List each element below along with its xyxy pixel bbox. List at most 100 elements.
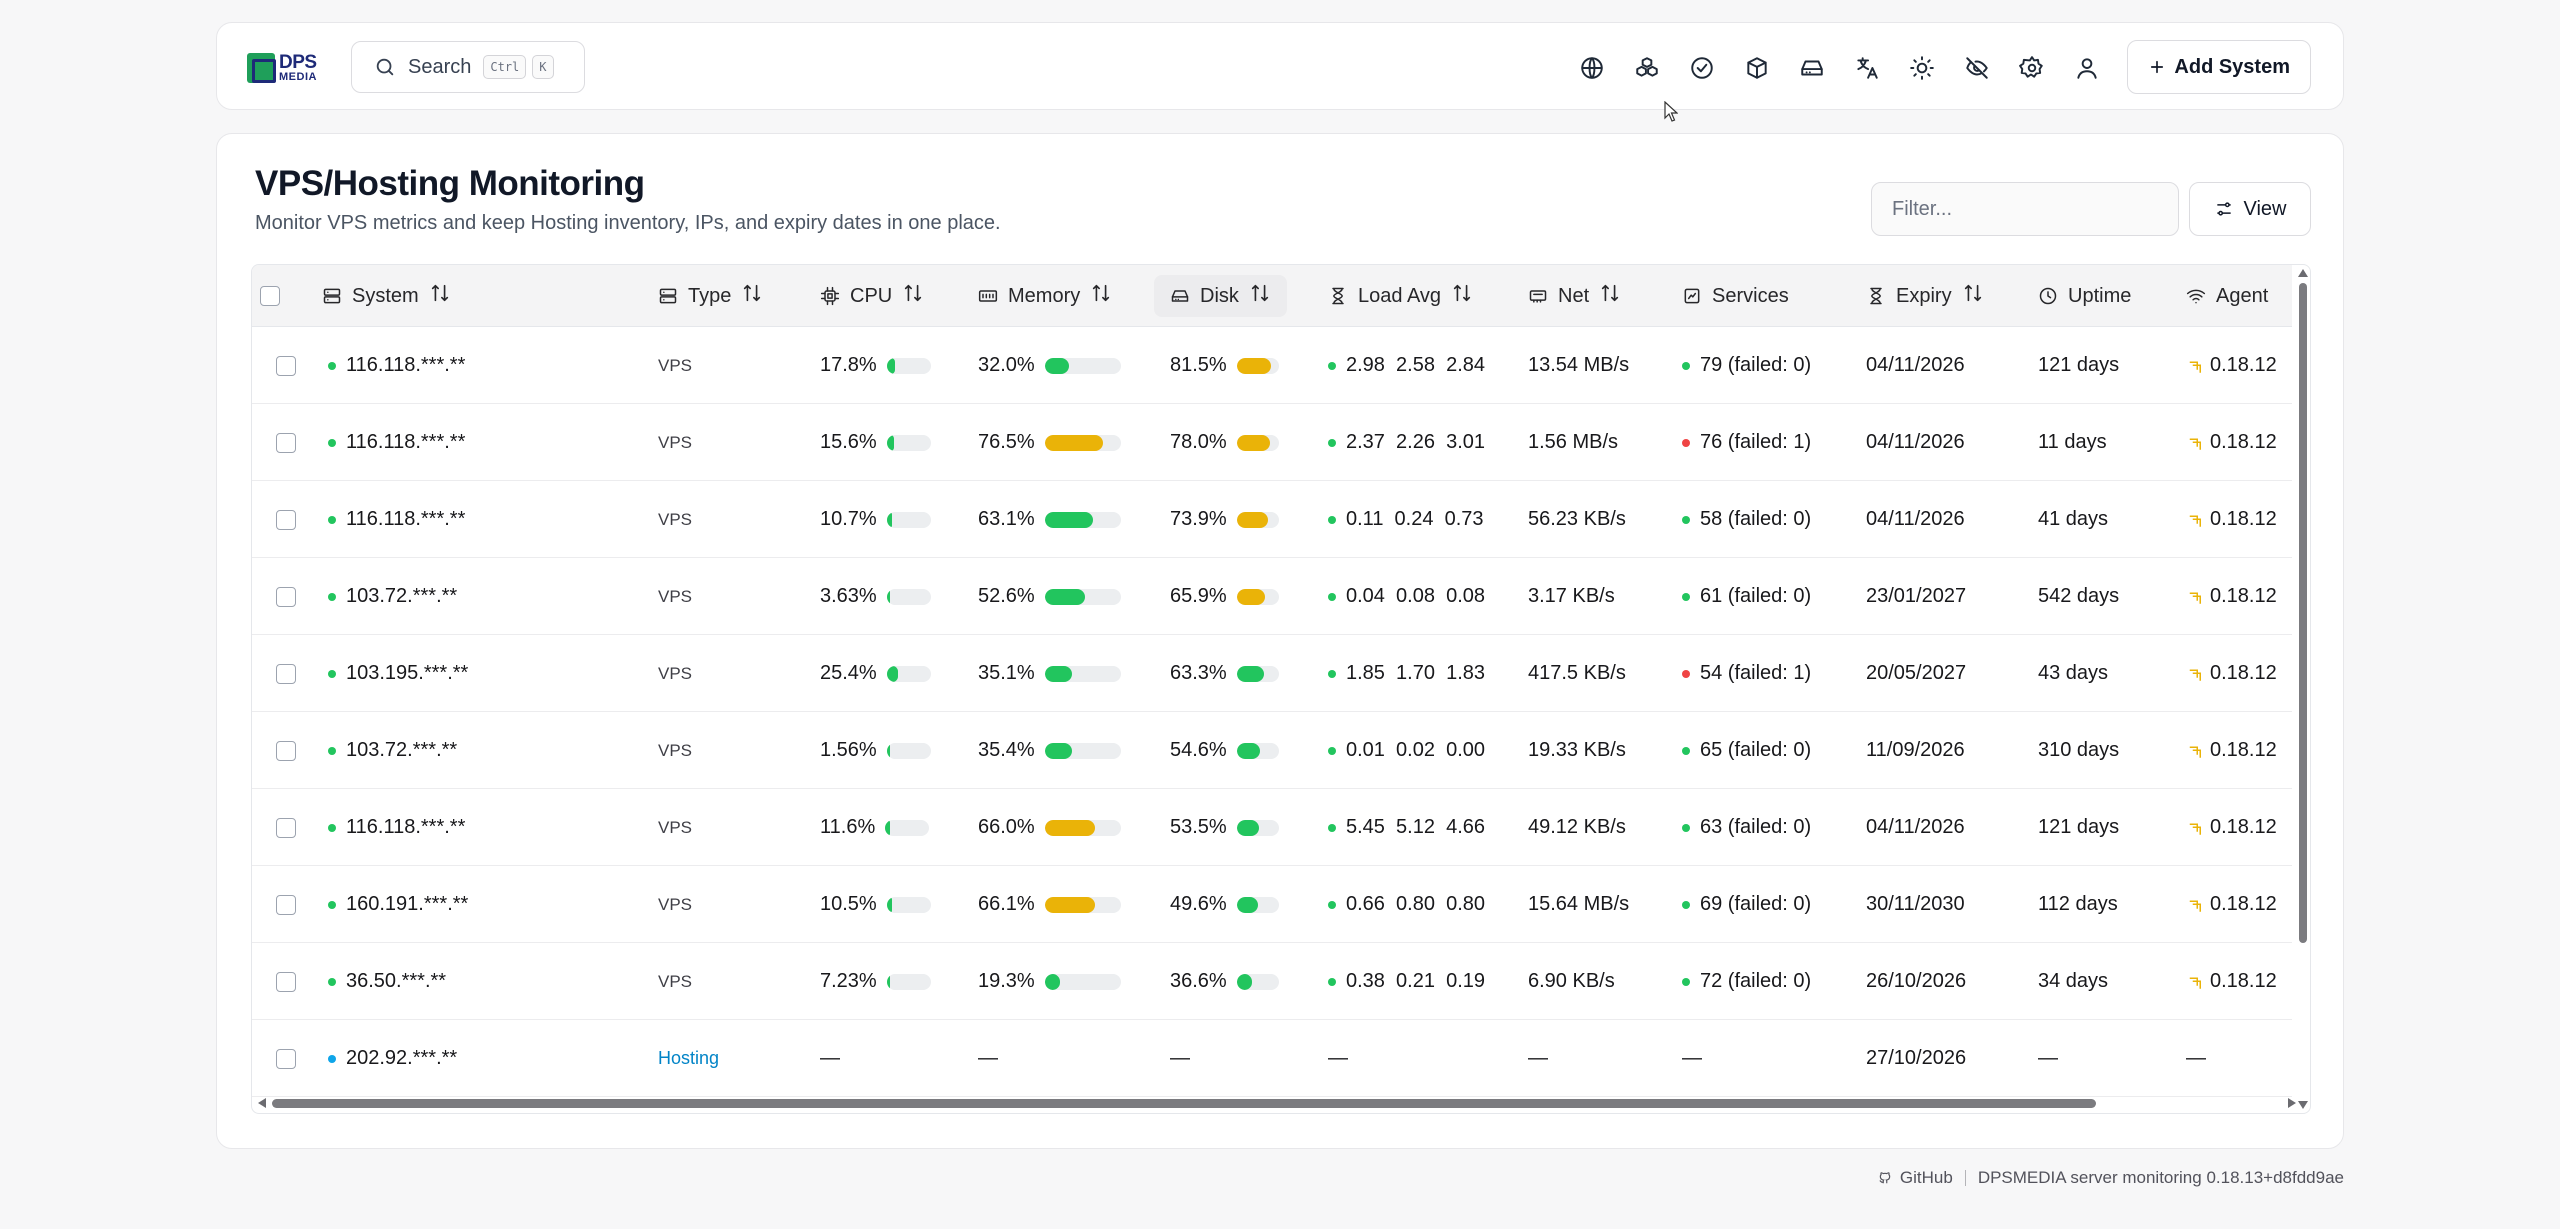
row-checkbox[interactable] — [276, 817, 296, 838]
language-button[interactable] — [1842, 43, 1892, 93]
expiry-value: 23/01/2027 — [1866, 585, 1967, 607]
row-checkbox[interactable] — [276, 740, 296, 761]
select-all-checkbox[interactable] — [260, 286, 280, 306]
check-button[interactable] — [1677, 43, 1727, 93]
column-uptime[interactable]: Uptime — [2038, 265, 2131, 327]
globe-button[interactable] — [1567, 43, 1617, 93]
network-icon — [1529, 290, 1547, 303]
usage-bar-fill — [886, 742, 890, 759]
load-status-dot — [1328, 900, 1336, 909]
horizontal-scroll-thumb[interactable] — [272, 1099, 2096, 1108]
brand-logo[interactable]: DPS MEDIA — [247, 51, 317, 85]
system-type: VPS — [658, 971, 693, 991]
hide-button[interactable] — [1952, 43, 2002, 93]
column-disk[interactable]: Disk — [1154, 275, 1287, 317]
system-name[interactable]: 103.195.***.** — [346, 662, 468, 685]
system-name[interactable]: 116.118.***.** — [346, 354, 465, 377]
table-row[interactable]: 103.72.***.** VPS 1.56% 35.4% 54.6% 0.01 0.02… — [252, 712, 2292, 789]
system-name[interactable]: 116.118.***.** — [346, 816, 465, 839]
system-name[interactable]: 116.118.***.** — [346, 431, 465, 454]
usage-bar — [1236, 742, 1279, 759]
row-checkbox[interactable] — [276, 894, 296, 915]
wifi-icon — [2186, 289, 2206, 304]
status-dot — [328, 900, 336, 909]
agent-update-icon — [2186, 665, 2204, 683]
search-button[interactable]: Search Ctrl K — [351, 41, 585, 93]
column-net[interactable]: Net — [1528, 265, 1621, 327]
row-checkbox[interactable] — [276, 1048, 296, 1069]
table-row[interactable]: 160.191.***.** VPS 10.5% 66.1% 49.6% 0.66 0.8… — [252, 866, 2292, 943]
system-name[interactable]: 160.191.***.** — [346, 893, 468, 916]
agent-version: 0.18.12 — [2210, 354, 2277, 376]
view-options-button[interactable]: View — [2189, 182, 2311, 236]
vertical-scroll-thumb[interactable] — [2299, 283, 2307, 943]
scroll-left-icon — [258, 1098, 266, 1108]
system-name[interactable]: 116.118.***.** — [346, 508, 465, 531]
boxes-button[interactable] — [1622, 43, 1672, 93]
column-memory[interactable]: Memory — [978, 265, 1112, 327]
disk-value: 54.6% — [1170, 739, 1227, 761]
page-subtitle: Monitor VPS metrics and keep Hosting inv… — [255, 212, 1001, 234]
table-row[interactable]: 36.50.***.** VPS 7.23% 19.3% 36.6% 0.38 0.21 … — [252, 943, 2292, 1020]
system-name[interactable]: 202.92.***.** — [346, 1047, 457, 1070]
github-link[interactable]: GitHub — [1900, 1168, 1953, 1188]
theme-toggle-button[interactable] — [1897, 43, 1947, 93]
row-checkbox[interactable] — [276, 509, 296, 530]
hard-drive-button[interactable] — [1787, 43, 1837, 93]
usage-bar-fill — [886, 588, 890, 605]
table-row[interactable]: 116.118.***.** VPS 15.6% 76.5% 78.0% 2.37 2.2… — [252, 404, 2292, 481]
row-checkbox[interactable] — [276, 586, 296, 607]
services-icon — [1684, 288, 1700, 304]
row-checkbox[interactable] — [276, 432, 296, 453]
globe-icon — [1581, 57, 1603, 79]
services-value: 65 (failed: 0) — [1700, 739, 1812, 761]
system-name[interactable]: 103.72.***.** — [346, 739, 457, 762]
horizontal-scrollbar[interactable] — [252, 1093, 2310, 1113]
agent-update-icon — [2186, 896, 2204, 914]
net-value: 6.90 KB/s — [1528, 970, 1615, 992]
sort-icon — [1601, 284, 1619, 302]
filter-input[interactable]: Filter... — [1871, 182, 2179, 236]
services-status-dot — [1682, 746, 1690, 755]
row-checkbox[interactable] — [276, 355, 296, 376]
usage-bar-fill — [1236, 511, 1268, 528]
usage-bar — [1044, 819, 1121, 836]
expiry-value: 04/11/2026 — [1866, 508, 1965, 530]
uptime-value: 43 days — [2038, 662, 2109, 684]
uptime-value: 310 days — [2038, 739, 2120, 761]
server-icon — [659, 288, 677, 304]
column-agent[interactable]: Agent — [2186, 265, 2268, 327]
table-row[interactable]: 116.118.***.** VPS 10.7% 63.1% 73.9% 0.11 0.2… — [252, 481, 2292, 558]
usage-bar-fill — [1044, 973, 1060, 990]
system-type: VPS — [658, 663, 693, 683]
table-row[interactable]: 202.92.***.** Hosting — — — — — — 27/10/2026 — — — [252, 1020, 2292, 1097]
column-type[interactable]: Type — [658, 265, 763, 327]
column-cpu[interactable]: CPU — [820, 265, 924, 327]
agent-version: 0.18.12 — [2210, 662, 2277, 684]
usage-bar-fill — [1236, 742, 1260, 759]
column-load-avg[interactable]: Load Avg — [1328, 265, 1473, 327]
system-name[interactable]: 36.50.***.** — [346, 970, 446, 993]
translate-icon — [1857, 57, 1878, 79]
usage-bar-fill — [1236, 665, 1264, 682]
row-checkbox[interactable] — [276, 663, 296, 684]
package-button[interactable] — [1732, 43, 1782, 93]
agent-version: 0.18.12 — [2210, 431, 2277, 453]
vertical-scrollbar[interactable] — [2298, 269, 2308, 1109]
disk-value: 73.9% — [1170, 508, 1227, 530]
row-checkbox[interactable] — [276, 971, 296, 992]
user-button[interactable] — [2062, 43, 2112, 93]
column-services[interactable]: Services — [1682, 265, 1789, 327]
usage-bar — [1236, 434, 1279, 451]
agent-update-icon — [2186, 357, 2204, 375]
system-name[interactable]: 103.72.***.** — [346, 585, 457, 608]
add-system-button[interactable]: Add System — [2127, 40, 2311, 94]
settings-button[interactable] — [2007, 43, 2057, 93]
column-expiry[interactable]: Expiry — [1866, 265, 1984, 327]
table-row[interactable]: 103.195.***.** VPS 25.4% 35.1% 63.3% 1.85 1.7… — [252, 635, 2292, 712]
table-row[interactable]: 116.118.***.** VPS 11.6% 66.0% 53.5% 5.45 5.1… — [252, 789, 2292, 866]
memory-value: 63.1% — [978, 508, 1035, 530]
table-row[interactable]: 116.118.***.** VPS 17.8% 32.0% 81.5% 2.98 2.5… — [252, 327, 2292, 404]
column-system[interactable]: System — [322, 265, 451, 327]
table-row[interactable]: 103.72.***.** VPS 3.63% 52.6% 65.9% 0.04 0.08… — [252, 558, 2292, 635]
